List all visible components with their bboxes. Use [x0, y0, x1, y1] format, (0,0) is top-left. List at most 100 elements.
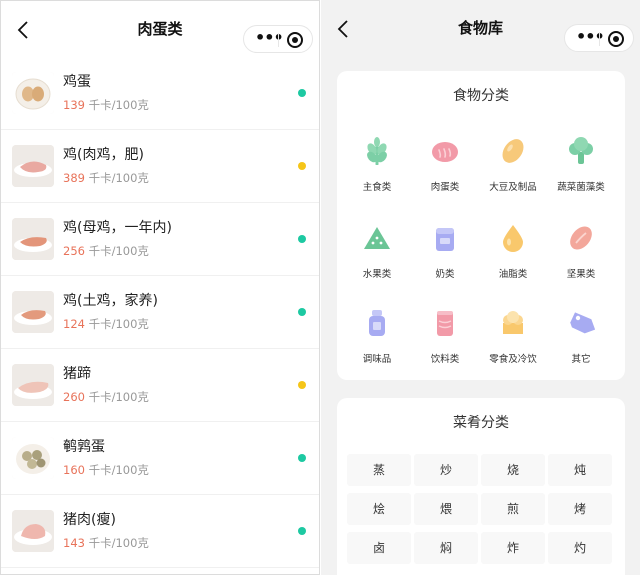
status-dot — [298, 454, 306, 462]
food-calories: 256 千卡/100克 — [63, 243, 149, 259]
chicken-photo — [12, 145, 54, 187]
snack-icon — [503, 311, 523, 334]
close-target-icon[interactable] — [608, 31, 624, 47]
oil-drop-icon — [503, 225, 523, 252]
calorie-unit: 千卡/100克 — [88, 171, 149, 185]
category-label: 油脂类 — [498, 269, 528, 280]
calorie-value: 260 — [63, 390, 85, 404]
tag-icon — [570, 312, 596, 334]
food-name: 鸡(肉鸡，肥) — [63, 147, 144, 163]
category-item-fruit[interactable]: 水果类 — [341, 224, 413, 280]
food-list-item[interactable]: 鸡(土鸡，家养) 124 千卡/100克 — [1, 276, 319, 349]
category-item-soy[interactable]: 大豆及制品 — [477, 137, 549, 193]
status-dot — [298, 308, 306, 316]
dish-method-button[interactable]: 烩 — [347, 493, 411, 525]
category-label: 饮料类 — [430, 354, 460, 365]
status-dot — [298, 381, 306, 389]
category-label: 蔬菜菌藻类 — [557, 182, 605, 193]
food-list: 鸡蛋 139 千卡/100克 鸡(肉鸡，肥) 389 千卡/100克 鸡(母鸡，… — [1, 57, 319, 568]
category-item-other[interactable]: 其它 — [545, 309, 617, 365]
category-label: 肉蛋类 — [430, 182, 460, 193]
category-label: 其它 — [571, 354, 591, 365]
dish-method-button[interactable]: 卤 — [347, 532, 411, 564]
calorie-value: 124 — [63, 317, 85, 331]
food-list-item[interactable]: 鹌鹑蛋 160 千卡/100克 — [1, 422, 319, 495]
calorie-unit: 千卡/100克 — [88, 536, 149, 550]
dish-method-button[interactable]: 炸 — [481, 532, 545, 564]
egg-photo — [12, 72, 54, 114]
food-name: 鸡(母鸡，一年内) — [63, 220, 172, 236]
soybean-icon — [502, 139, 524, 163]
category-item-vegetable[interactable]: 蔬菜菌藻类 — [545, 137, 617, 193]
category-label: 水果类 — [362, 269, 392, 280]
calorie-value: 256 — [63, 244, 85, 258]
food-list-item[interactable]: 鸡蛋 139 千卡/100克 — [1, 57, 319, 130]
wheat-icon — [367, 137, 387, 166]
left-screen: 肉蛋类 ••• 鸡蛋 139 千卡/100克 鸡(肉鸡，肥) 389 千卡/10… — [0, 0, 320, 575]
food-list-item[interactable]: 鸡(母鸡，一年内) 256 千卡/100克 — [1, 203, 319, 276]
dish-method-button[interactable]: 焖 — [414, 532, 478, 564]
category-item-dairy[interactable]: 奶类 — [409, 224, 481, 280]
dish-method-button[interactable]: 煨 — [414, 493, 478, 525]
food-calories: 124 千卡/100克 — [63, 316, 149, 332]
watermelon-icon — [364, 227, 390, 249]
right-screen: 食物库 ••• 食物分类 主食类 肉蛋类 大豆及制品 蔬菜菌藻类 水果类 奶类 … — [321, 0, 640, 575]
lean-pork-photo — [12, 510, 54, 552]
category-label: 零食及冷饮 — [489, 354, 537, 365]
status-dot — [298, 235, 306, 243]
category-item-drink[interactable]: 饮料类 — [409, 309, 481, 365]
dish-method-button[interactable]: 蒸 — [347, 454, 411, 486]
category-label: 主食类 — [362, 182, 392, 193]
drink-can-icon — [437, 311, 453, 336]
milk-icon — [436, 228, 454, 251]
calorie-unit: 千卡/100克 — [88, 317, 149, 331]
category-item-nut[interactable]: 坚果类 — [545, 224, 617, 280]
food-category-title: 食物分类 — [453, 88, 509, 104]
chicken-photo — [12, 218, 54, 260]
food-list-item[interactable]: 猪蹄 260 千卡/100克 — [1, 349, 319, 422]
food-name: 鸡(土鸡，家养) — [63, 293, 158, 309]
food-list-item[interactable]: 猪肉(瘦) 143 千卡/100克 — [1, 495, 319, 568]
food-calories: 143 千卡/100克 — [63, 535, 149, 551]
capsule-divider — [278, 33, 279, 47]
category-item-snack[interactable]: 零食及冷饮 — [477, 309, 549, 365]
category-item-staple[interactable]: 主食类 — [341, 137, 413, 193]
close-target-icon[interactable] — [287, 32, 303, 48]
food-name: 猪肉(瘦) — [63, 512, 116, 528]
dish-method-button[interactable]: 烧 — [481, 454, 545, 486]
quail-egg-photo — [12, 437, 54, 479]
category-label: 坚果类 — [566, 269, 596, 280]
category-label: 调味品 — [362, 354, 392, 365]
category-label: 奶类 — [435, 269, 455, 280]
dish-method-button[interactable]: 炖 — [548, 454, 612, 486]
category-item-seasoning[interactable]: 调味品 — [341, 309, 413, 365]
back-arrow-icon[interactable] — [13, 19, 35, 41]
food-list-item[interactable]: 鸡(肉鸡，肥) 389 千卡/100克 — [1, 130, 319, 203]
nut-icon — [570, 226, 592, 250]
dish-method-button[interactable]: 炒 — [414, 454, 478, 486]
category-item-oil[interactable]: 油脂类 — [477, 224, 549, 280]
food-name: 鸡蛋 — [63, 74, 91, 90]
dish-category-title: 菜肴分类 — [453, 415, 509, 431]
food-calories: 389 千卡/100克 — [63, 170, 149, 186]
capsule-divider — [599, 32, 600, 46]
category-item-meat-egg[interactable]: 肉蛋类 — [409, 137, 481, 193]
food-calories: 139 千卡/100克 — [63, 97, 149, 113]
mini-program-capsule: ••• — [243, 25, 313, 53]
calorie-value: 139 — [63, 98, 85, 112]
status-dot — [298, 162, 306, 170]
food-name: 鹌鹑蛋 — [63, 439, 105, 455]
calorie-unit: 千卡/100克 — [88, 390, 149, 404]
calorie-unit: 千卡/100克 — [88, 98, 149, 112]
pig-trotter-photo — [12, 364, 54, 406]
food-calories: 260 千卡/100克 — [63, 389, 149, 405]
calorie-value: 160 — [63, 463, 85, 477]
dish-method-button[interactable]: 灼 — [548, 532, 612, 564]
calorie-value: 389 — [63, 171, 85, 185]
calorie-value: 143 — [63, 536, 85, 550]
food-name: 猪蹄 — [63, 366, 91, 382]
dish-method-button[interactable]: 烤 — [548, 493, 612, 525]
food-calories: 160 千卡/100克 — [63, 462, 149, 478]
back-arrow-icon[interactable] — [333, 18, 355, 40]
dish-method-button[interactable]: 煎 — [481, 493, 545, 525]
